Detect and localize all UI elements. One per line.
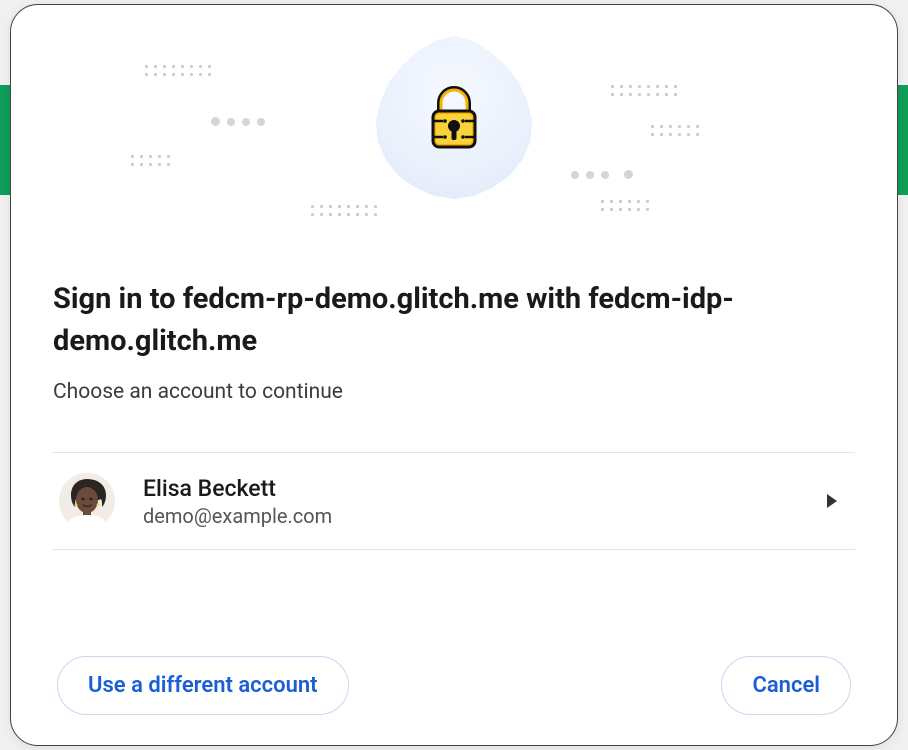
- account-email: demo@example.com: [143, 504, 799, 528]
- decor-grid: [651, 125, 700, 136]
- chevron-right-icon: [827, 494, 837, 508]
- use-different-account-button[interactable]: Use a different account: [57, 656, 349, 715]
- lock-badge-background: [369, 33, 539, 203]
- cancel-button[interactable]: Cancel: [721, 656, 851, 715]
- signin-dialog: Sign in to fedcm-rp-demo.glitch.me with …: [10, 4, 898, 746]
- avatar: [59, 473, 115, 529]
- decor-dots: [211, 117, 265, 126]
- dialog-button-row: Use a different account Cancel: [53, 656, 855, 715]
- lock-icon: [423, 83, 485, 153]
- decor-grid: [611, 85, 678, 96]
- account-row[interactable]: Elisa Beckett demo@example.com: [53, 452, 855, 550]
- decor-grid: [601, 200, 650, 211]
- decor-grid: [131, 155, 171, 166]
- dialog-title: Sign in to fedcm-rp-demo.glitch.me with …: [53, 278, 855, 362]
- decor-grid: [311, 205, 378, 216]
- hero-illustration: [11, 5, 897, 230]
- account-name: Elisa Beckett: [143, 475, 799, 502]
- decor-dots: [571, 170, 633, 179]
- decor-grid: [145, 65, 212, 76]
- dialog-subtitle: Choose an account to continue: [53, 380, 855, 404]
